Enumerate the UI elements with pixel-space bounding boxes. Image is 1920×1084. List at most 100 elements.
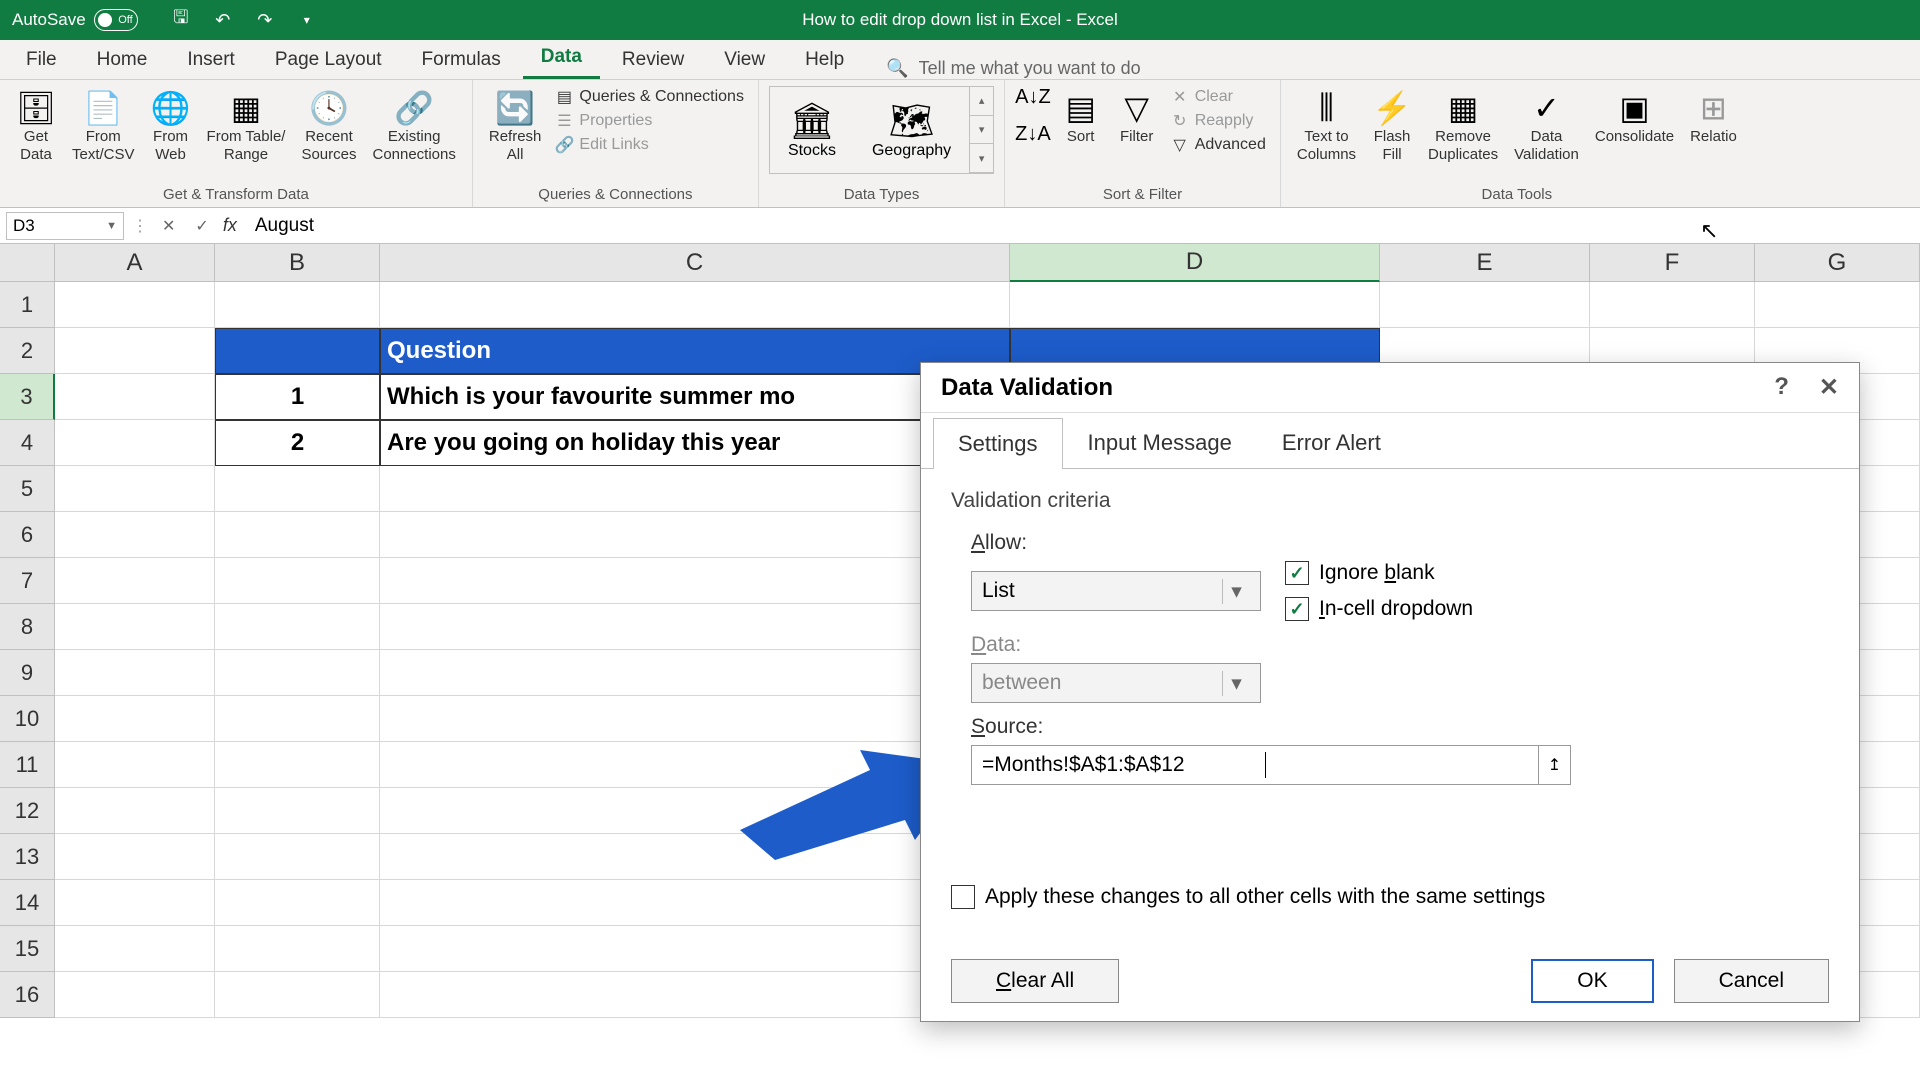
cell[interactable]: [215, 972, 380, 1018]
cell[interactable]: [1755, 282, 1920, 328]
filter-button[interactable]: ▽Filter: [1111, 86, 1163, 148]
tab-input-message[interactable]: Input Message: [1063, 417, 1257, 468]
cell[interactable]: [55, 466, 215, 512]
cell[interactable]: [1380, 282, 1590, 328]
tab-insert[interactable]: Insert: [169, 41, 253, 79]
cell[interactable]: [215, 788, 380, 834]
advanced-filter-button[interactable]: ▽Advanced: [1167, 134, 1270, 156]
chevron-down-icon[interactable]: ▼: [106, 220, 117, 232]
cell[interactable]: [55, 926, 215, 972]
cell[interactable]: [215, 282, 380, 328]
ok-button[interactable]: OK: [1531, 959, 1653, 1003]
toggle-switch[interactable]: Off: [94, 9, 138, 31]
cell[interactable]: Question: [380, 328, 1010, 374]
cell[interactable]: [215, 466, 380, 512]
ignore-blank-checkbox[interactable]: ✓ Ignore blank: [1285, 561, 1473, 585]
enter-formula-icon[interactable]: ✓: [189, 216, 214, 236]
row-header[interactable]: 5: [0, 466, 55, 512]
tab-home[interactable]: Home: [79, 41, 166, 79]
cell[interactable]: [55, 650, 215, 696]
qat-dropdown-icon[interactable]: ▾: [296, 9, 318, 31]
cell[interactable]: [215, 604, 380, 650]
cell[interactable]: [380, 466, 1010, 512]
tab-view[interactable]: View: [706, 41, 783, 79]
cell[interactable]: [380, 650, 1010, 696]
cell[interactable]: [55, 880, 215, 926]
cell[interactable]: [215, 926, 380, 972]
tab-settings[interactable]: Settings: [933, 418, 1063, 469]
allow-combo[interactable]: List ▾: [971, 571, 1261, 611]
cell[interactable]: [1010, 282, 1380, 328]
cell[interactable]: [55, 972, 215, 1018]
cell[interactable]: [55, 282, 215, 328]
cell[interactable]: [380, 972, 1010, 1018]
existing-connections-button[interactable]: 🔗Existing Connections: [366, 86, 461, 166]
source-input[interactable]: =Months!$A$1:$A$12: [971, 745, 1539, 785]
from-table-button[interactable]: ▦From Table/ Range: [201, 86, 292, 166]
sort-az-icon[interactable]: A↓Z: [1015, 86, 1051, 109]
formula-input[interactable]: August: [245, 215, 1914, 237]
row-header[interactable]: 11: [0, 742, 55, 788]
cell[interactable]: [215, 696, 380, 742]
row-header[interactable]: 1: [0, 282, 55, 328]
row-header[interactable]: 10: [0, 696, 55, 742]
from-textcsv-button[interactable]: 📄From Text/CSV: [66, 86, 141, 166]
cell[interactable]: [55, 374, 215, 420]
cell[interactable]: [55, 512, 215, 558]
undo-icon[interactable]: ↶: [212, 9, 234, 31]
cell[interactable]: [215, 512, 380, 558]
text-to-columns-button[interactable]: ⫼Text to Columns: [1291, 86, 1362, 166]
tab-help[interactable]: Help: [787, 41, 862, 79]
cell[interactable]: [55, 420, 215, 466]
cell[interactable]: [55, 328, 215, 374]
row-header[interactable]: 13: [0, 834, 55, 880]
row-header[interactable]: 8: [0, 604, 55, 650]
cell[interactable]: [215, 880, 380, 926]
cell[interactable]: [215, 558, 380, 604]
redo-icon[interactable]: ↷: [254, 9, 276, 31]
incell-dropdown-checkbox[interactable]: ✓ In-cell dropdown: [1285, 597, 1473, 621]
row-header[interactable]: 16: [0, 972, 55, 1018]
cell[interactable]: Which is your favourite summer mo: [380, 374, 1010, 420]
relations-button[interactable]: ⊞Relatio: [1684, 86, 1743, 148]
tell-me-search[interactable]: 🔍 Tell me what you want to do: [886, 58, 1141, 79]
recent-sources-button[interactable]: 🕓Recent Sources: [295, 86, 362, 166]
save-icon[interactable]: 🖫: [170, 9, 192, 31]
cell[interactable]: [55, 742, 215, 788]
column-header[interactable]: G: [1755, 244, 1920, 282]
column-header[interactable]: F: [1590, 244, 1755, 282]
geography-type[interactable]: 🗺Geography: [854, 94, 969, 166]
from-web-button[interactable]: 🌐From Web: [145, 86, 197, 166]
apply-all-checkbox[interactable]: Apply these changes to all other cells w…: [951, 885, 1829, 909]
cell[interactable]: [380, 512, 1010, 558]
cell[interactable]: [380, 742, 1010, 788]
row-header[interactable]: 2: [0, 328, 55, 374]
column-header[interactable]: E: [1380, 244, 1590, 282]
column-header[interactable]: C: [380, 244, 1010, 282]
cell[interactable]: [55, 788, 215, 834]
cell[interactable]: [55, 696, 215, 742]
queries-connections-button[interactable]: ▤Queries & Connections: [551, 86, 748, 108]
tab-review[interactable]: Review: [604, 41, 702, 79]
consolidate-button[interactable]: ▣Consolidate: [1589, 86, 1680, 148]
row-header[interactable]: 7: [0, 558, 55, 604]
cell[interactable]: [380, 282, 1010, 328]
gallery-scroll[interactable]: ▴▾▾: [969, 87, 993, 173]
clear-all-button[interactable]: Clear All: [951, 959, 1119, 1003]
clear-filter-button[interactable]: ✕Clear: [1167, 86, 1270, 108]
sort-button[interactable]: ▤Sort: [1055, 86, 1107, 148]
column-header[interactable]: B: [215, 244, 380, 282]
sort-za-icon[interactable]: Z↓A: [1015, 123, 1051, 146]
row-header[interactable]: 9: [0, 650, 55, 696]
tab-error-alert[interactable]: Error Alert: [1257, 417, 1406, 468]
name-box[interactable]: D3 ▼: [6, 212, 124, 240]
cell[interactable]: [55, 558, 215, 604]
cell[interactable]: [380, 880, 1010, 926]
tab-page-layout[interactable]: Page Layout: [257, 41, 400, 79]
cell[interactable]: Are you going on holiday this year: [380, 420, 1010, 466]
select-all-corner[interactable]: [0, 244, 55, 282]
row-header[interactable]: 14: [0, 880, 55, 926]
cell[interactable]: [55, 834, 215, 880]
flash-fill-button[interactable]: ⚡Flash Fill: [1366, 86, 1418, 166]
row-header[interactable]: 12: [0, 788, 55, 834]
